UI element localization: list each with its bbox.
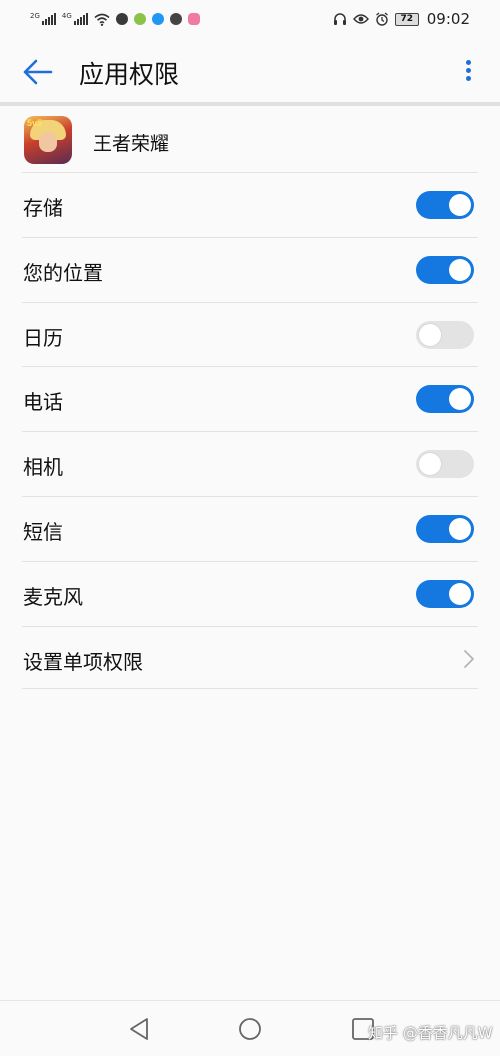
signal-icon: 2G [30, 13, 56, 25]
zhihu-icon [151, 13, 164, 25]
back-arrow-icon[interactable] [22, 58, 54, 86]
app-info-row: 5v5 王者荣耀 [0, 108, 500, 172]
header-divider [0, 102, 500, 106]
triangle-back-icon[interactable] [126, 1015, 154, 1043]
app-name: 王者荣耀 [93, 133, 170, 155]
permission-list: 存储 您的位置 日历 电话 相机 短信 麦克风 设置单项权限 [0, 172, 500, 690]
permission-row-storage[interactable]: 存储 [0, 172, 500, 237]
permission-label: 您的位置 [23, 260, 103, 285]
permission-row-camera[interactable]: 相机 [0, 431, 500, 496]
eye-icon [352, 14, 369, 24]
permission-label: 存储 [23, 196, 63, 220]
battery-icon: 72 [394, 12, 419, 26]
single-permission-label: 设置单项权限 [23, 649, 143, 674]
app-icon [133, 13, 146, 25]
wifi-icon [94, 13, 110, 26]
permission-toggle[interactable] [416, 191, 474, 219]
headphone-icon [333, 13, 346, 25]
list-divider [22, 688, 478, 689]
permission-row-calendar[interactable]: 日历 [0, 301, 500, 367]
app-icon [187, 13, 200, 25]
alarm-icon [375, 12, 388, 26]
game-app-icon: 5v5 [24, 116, 72, 164]
chevron-right-icon [464, 649, 474, 668]
wechat-icon [169, 13, 182, 25]
signal-icon: 4G [62, 13, 88, 25]
permission-toggle[interactable] [416, 255, 474, 284]
permission-label: 日历 [23, 325, 63, 350]
permission-row-sms[interactable]: 短信 [0, 495, 500, 561]
watermark: 知乎 @香香凡凡W [368, 1024, 493, 1042]
permission-label: 短信 [23, 519, 63, 544]
single-permission-row[interactable]: 设置单项权限 [0, 625, 500, 691]
circle-home-icon[interactable] [236, 1015, 264, 1043]
permission-row-location[interactable]: 您的位置 [0, 236, 500, 302]
status-left: 2G 4G [30, 13, 200, 26]
permission-row-microphone[interactable]: 麦克风 [0, 560, 500, 626]
status-right: 72 09:02 [333, 10, 470, 28]
page-title: 应用权限 [79, 60, 180, 89]
permission-label: 相机 [23, 455, 63, 480]
app-icon [115, 13, 128, 25]
status-bar: 2G 4G 72 09:02 [0, 0, 500, 38]
network-type-label: 2G [30, 12, 40, 20]
app-icon-tag: 5v5 [27, 118, 43, 128]
permission-row-phone[interactable]: 电话 [0, 366, 500, 431]
permission-toggle[interactable] [416, 514, 474, 543]
status-time: 09:02 [426, 10, 470, 28]
permission-label: 麦克风 [23, 584, 83, 609]
network-type-label: 4G [61, 12, 72, 20]
app-bar: 应用权限 [0, 42, 500, 102]
permission-label: 电话 [23, 390, 63, 415]
permission-toggle[interactable] [416, 579, 474, 608]
permission-toggle[interactable] [416, 450, 474, 479]
permission-toggle[interactable] [416, 320, 474, 349]
more-menu-icon[interactable] [460, 57, 476, 87]
permission-toggle[interactable] [416, 385, 474, 414]
